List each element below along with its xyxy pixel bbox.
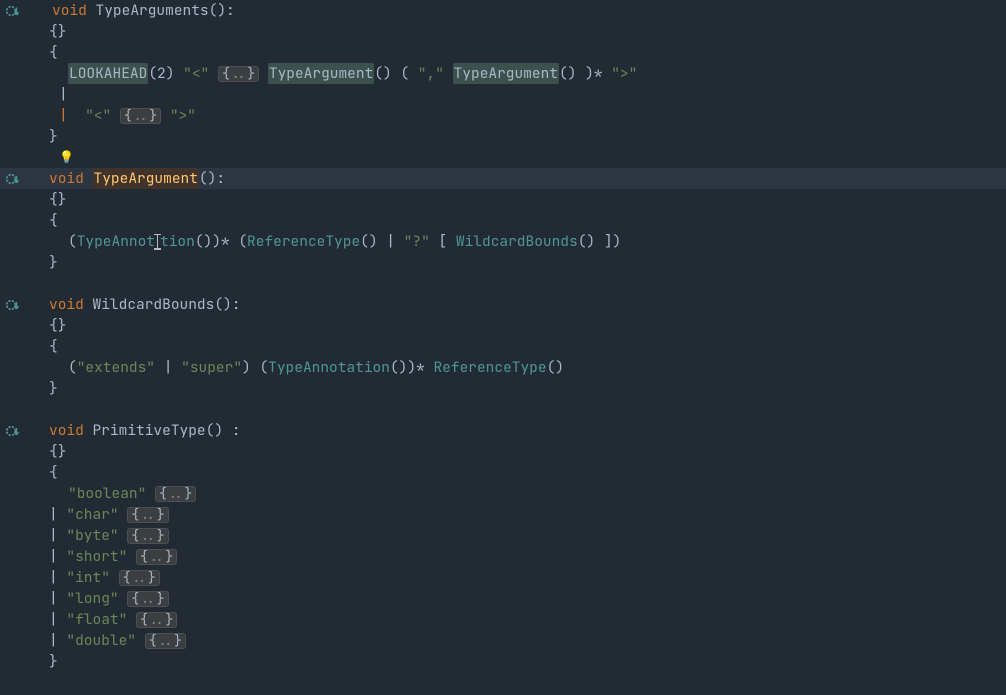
code-line[interactable]: {: [0, 462, 1006, 483]
code-line[interactable]: {: [0, 42, 1006, 63]
code-line[interactable]: {: [0, 336, 1006, 357]
code-line[interactable]: void PrimitiveType() :: [0, 420, 1006, 441]
string-token: "boolean": [68, 483, 146, 504]
string-token: ",": [418, 63, 444, 84]
fold-placeholder[interactable]: {..}: [120, 108, 161, 124]
type-ref: ReferenceType: [433, 357, 546, 378]
type-ref: TypeArgument: [453, 63, 559, 84]
method-name: PrimitiveType: [93, 420, 206, 441]
code-line[interactable]: }: [0, 378, 1006, 399]
type-ref: ReferenceType: [247, 231, 360, 252]
string-token: "short": [66, 546, 127, 567]
method-name: WildcardBounds: [93, 294, 215, 315]
code-line[interactable]: | "float" {..}: [0, 609, 1006, 630]
string-token: "<": [85, 105, 111, 126]
punct: :: [226, 0, 235, 21]
fold-placeholder[interactable]: {..}: [127, 507, 168, 523]
code-line[interactable]: 💡: [0, 147, 1006, 168]
intention-bulb-icon[interactable]: 💡: [59, 147, 74, 168]
fold-chevron-icon[interactable]: [38, 6, 48, 16]
string-token: "super": [181, 357, 242, 378]
punct: {}: [49, 21, 66, 42]
gutter[interactable]: [0, 298, 35, 312]
keyword: void: [49, 420, 84, 441]
string-token: "?": [404, 231, 430, 252]
lookahead-call: LOOKAHEAD: [68, 63, 148, 84]
method-name: TypeArguments: [96, 0, 209, 21]
code-line[interactable]: "boolean" {..}: [0, 483, 1006, 504]
code-line[interactable]: [0, 672, 1006, 693]
code-line[interactable]: (TypeAnnottion())* (ReferenceType() | "?…: [0, 231, 1006, 252]
type-ref: TypeAnnotation: [268, 357, 390, 378]
code-line[interactable]: [0, 273, 1006, 294]
keyword: void: [49, 168, 84, 189]
type-ref: TypeAnnot: [77, 231, 155, 252]
code-line[interactable]: {}: [0, 315, 1006, 336]
code-line[interactable]: {}: [0, 21, 1006, 42]
fold-placeholder[interactable]: {..}: [127, 591, 168, 607]
string-token: "extends": [77, 357, 155, 378]
code-line[interactable]: | "byte" {..}: [0, 525, 1006, 546]
fold-placeholder[interactable]: {..}: [218, 66, 259, 82]
fold-placeholder[interactable]: {..}: [119, 570, 160, 586]
string-token: ">": [170, 105, 196, 126]
code-line[interactable]: | "long" {..}: [0, 588, 1006, 609]
string-token: "double": [66, 630, 136, 651]
run-method-icon[interactable]: [6, 4, 20, 18]
code-line[interactable]: | "short" {..}: [0, 546, 1006, 567]
string-token: "byte": [66, 525, 118, 546]
run-method-icon[interactable]: [6, 172, 20, 186]
fold-placeholder[interactable]: {..}: [136, 549, 177, 565]
string-token: "<": [183, 63, 209, 84]
gutter[interactable]: [0, 4, 35, 18]
string-token: "float": [66, 609, 127, 630]
code-line[interactable]: [0, 399, 1006, 420]
string-token: ">": [611, 63, 637, 84]
code-line[interactable]: ("extends" | "super") (TypeAnnotation())…: [0, 357, 1006, 378]
keyword: void: [52, 0, 87, 21]
code-line[interactable]: }: [0, 252, 1006, 273]
fold-placeholder[interactable]: {..}: [145, 633, 186, 649]
punct: {: [49, 42, 58, 63]
text-cursor-icon: [153, 234, 162, 250]
code-line[interactable]: {: [0, 210, 1006, 231]
code-line[interactable]: }: [0, 126, 1006, 147]
fold-placeholder[interactable]: {..}: [136, 612, 177, 628]
code-line[interactable]: | "double" {..}: [0, 630, 1006, 651]
code-line[interactable]: | "int" {..}: [0, 567, 1006, 588]
code-line[interactable]: | "<" {..} ">": [0, 105, 1006, 126]
code-line[interactable]: void WildcardBounds():: [0, 294, 1006, 315]
code-line[interactable]: LOOKAHEAD(2) "<" {..} TypeArgument() ( "…: [0, 63, 1006, 84]
string-token: "char": [66, 504, 118, 525]
punct: |: [59, 105, 68, 126]
run-method-icon[interactable]: [6, 424, 20, 438]
code-editor[interactable]: void TypeArguments () : {} { LOOKAHEAD(2…: [0, 0, 1006, 693]
method-def: TypeArgument: [93, 168, 199, 189]
punct: (): [209, 0, 226, 21]
code-line[interactable]: {}: [0, 441, 1006, 462]
type-ref: WildcardBounds: [456, 231, 578, 252]
code-line[interactable]: void TypeArguments () :: [0, 0, 1006, 21]
run-method-icon[interactable]: [6, 298, 20, 312]
gutter[interactable]: [0, 424, 35, 438]
code-line[interactable]: {}: [0, 189, 1006, 210]
string-token: "int": [66, 567, 110, 588]
keyword: void: [49, 294, 84, 315]
fold-placeholder[interactable]: {..}: [127, 528, 168, 544]
type-ref: TypeArgument: [268, 63, 374, 84]
code-line-active[interactable]: void TypeArgument():: [0, 168, 1006, 189]
punct: |: [59, 84, 68, 105]
code-line[interactable]: |: [0, 84, 1006, 105]
string-token: "long": [66, 588, 118, 609]
code-line[interactable]: | "char" {..}: [0, 504, 1006, 525]
code-line[interactable]: }: [0, 651, 1006, 672]
fold-placeholder[interactable]: {..}: [155, 486, 196, 502]
gutter[interactable]: [0, 172, 35, 186]
